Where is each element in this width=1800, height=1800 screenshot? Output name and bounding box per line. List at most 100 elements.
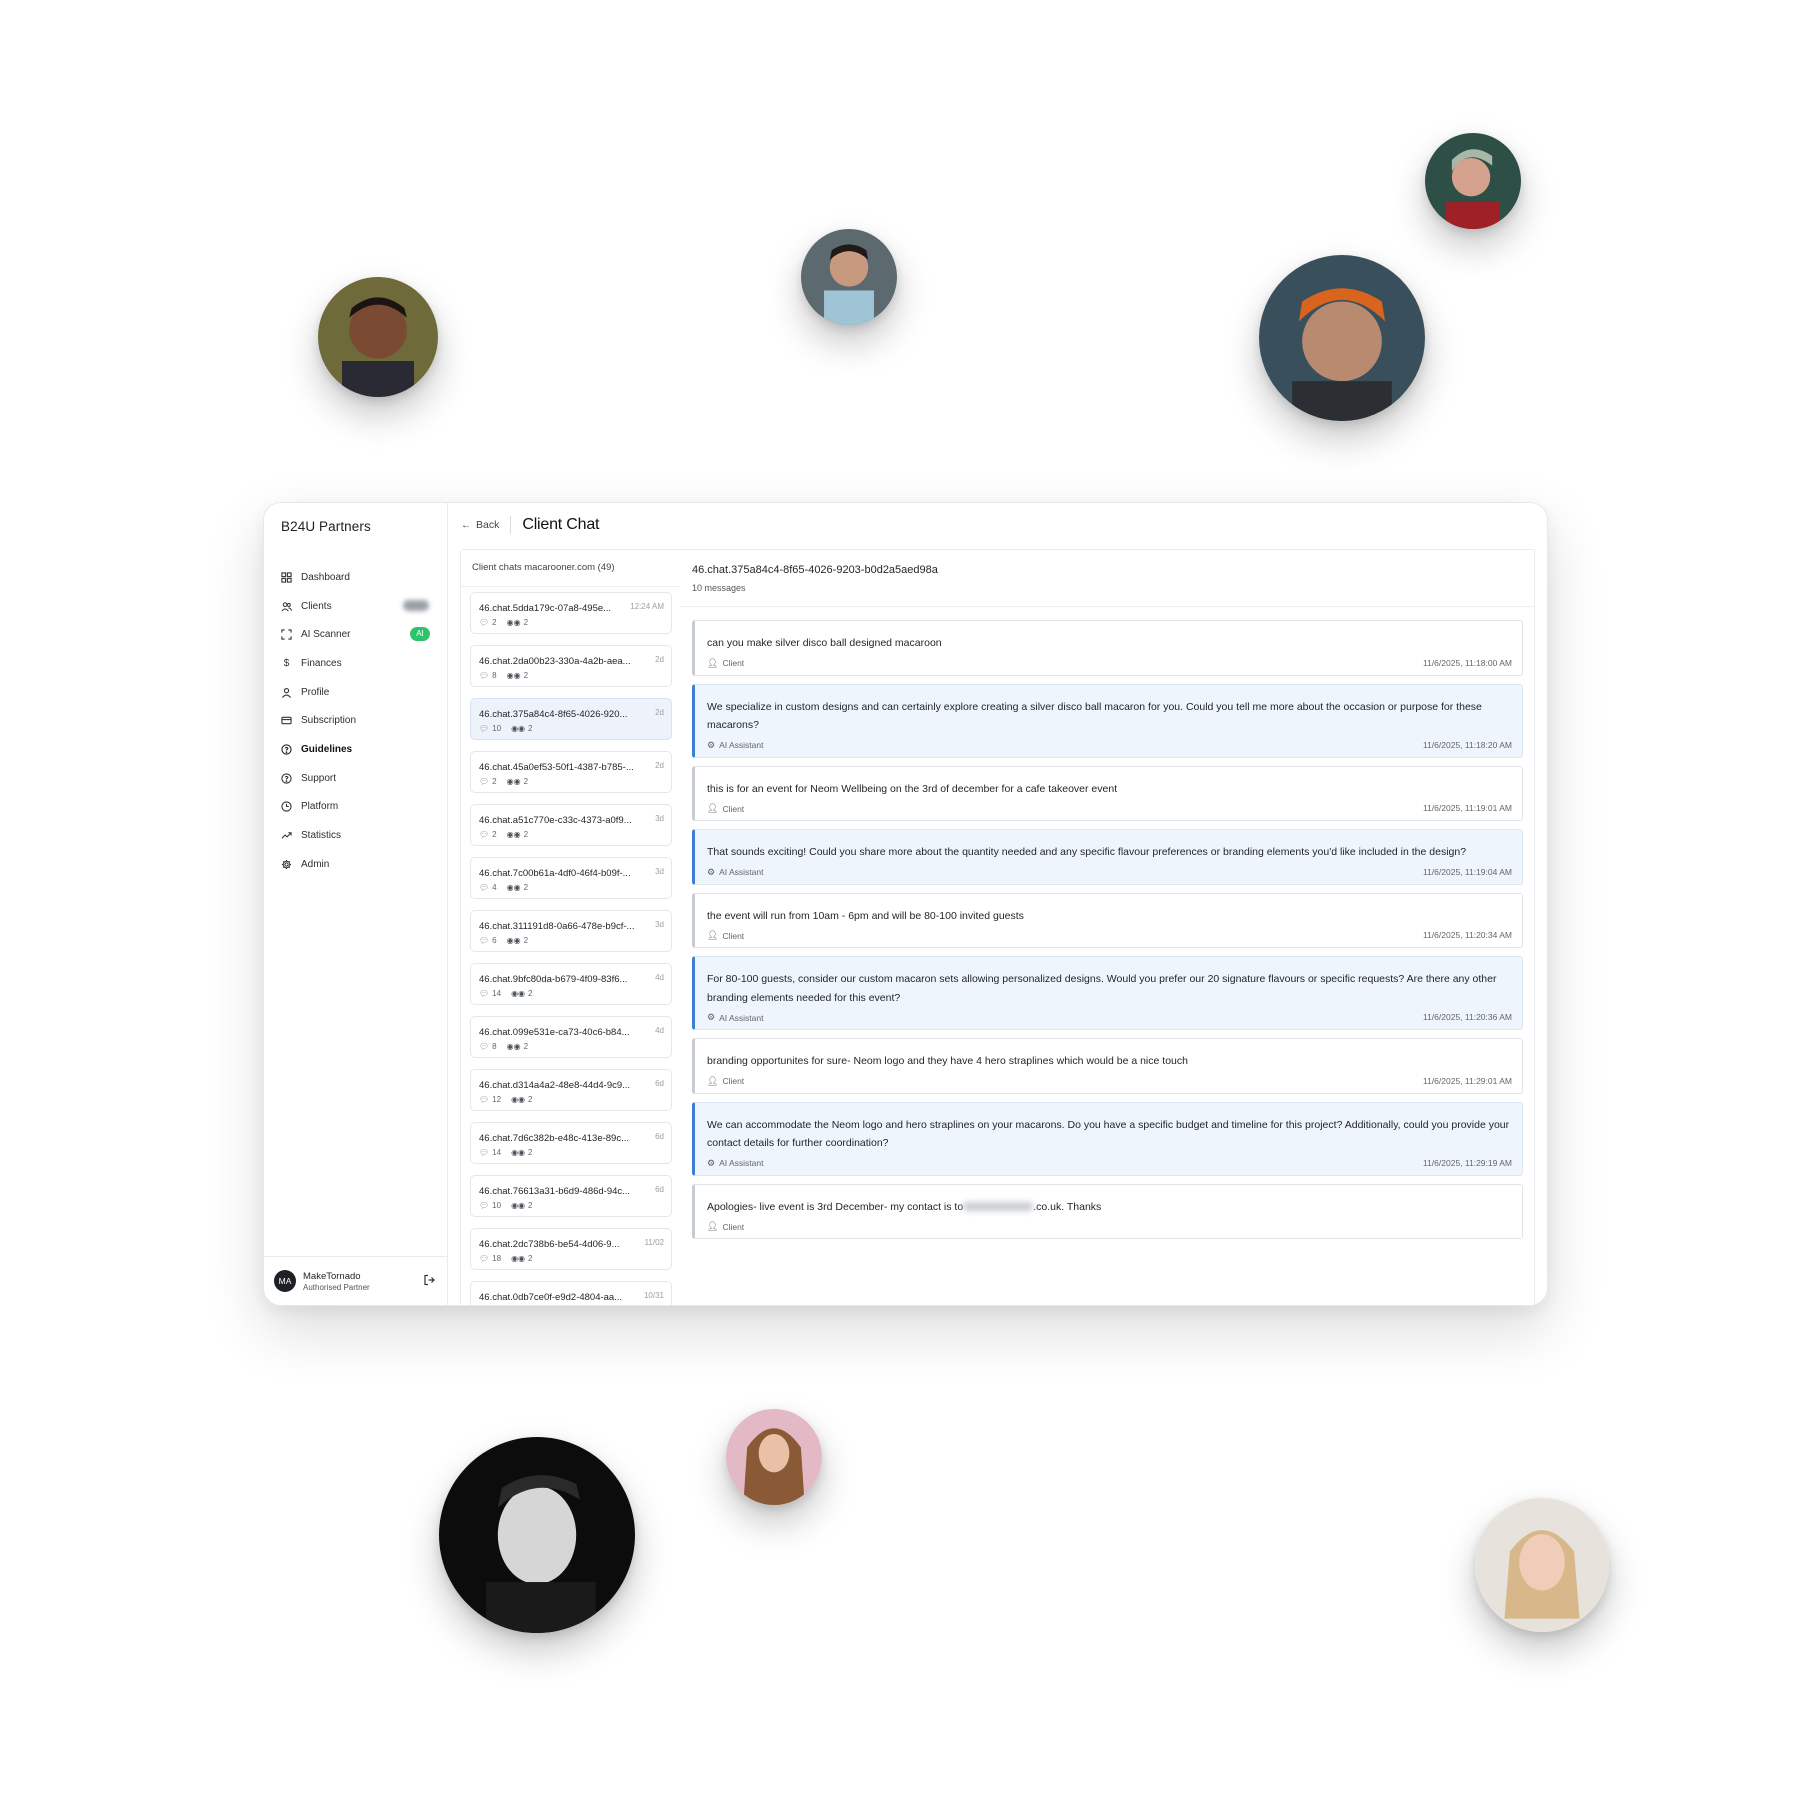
trend-icon <box>280 829 293 842</box>
sidebar-item-label: Profile <box>301 686 330 698</box>
person-icon: 👤︎ <box>707 1075 719 1086</box>
chat-list-item[interactable]: 46.chat.311191d8-0a66-478e-b9cf-... 3d 💬︎ 6… <box>470 910 672 952</box>
sidebar-item-subscription[interactable]: Subscription <box>264 706 447 735</box>
sidebar-item-ai-scanner[interactable]: AI Scanner AI <box>264 620 447 649</box>
message-footer: 👤︎ Client <box>695 1216 1522 1238</box>
message-role-label: AI Assistant <box>719 1158 764 1168</box>
message-role: 👤︎ Client <box>707 1221 744 1232</box>
participants-icon: ◉◉ <box>506 777 521 786</box>
floating-avatar-photo <box>439 1437 635 1633</box>
chat-list-item[interactable]: 46.chat.2dc738b6-be54-4d06-9... 11/02 💬︎ 18… <box>470 1228 672 1270</box>
sidebar-item-statistics[interactable]: Statistics <box>264 821 447 850</box>
floating-avatar-photo <box>801 229 897 325</box>
message-count: 2 <box>492 618 497 627</box>
users-icon <box>280 600 293 613</box>
chat-list-item[interactable]: 46.chat.099e531e-ca73-40c6-b84... 4d 💬︎ 8 ◉◉… <box>470 1016 672 1058</box>
message-text: the event will run from 10am - 6pm and w… <box>707 909 1024 922</box>
sidebar-item-guidelines[interactable]: Guidelines <box>264 735 447 764</box>
sidebar-item-label: Finances <box>301 657 342 669</box>
conversation-header: 46.chat.375a84c4-8f65-4026-9203-b0d2a5ae… <box>680 550 1534 607</box>
client-message: the event will run from 10am - 6pm and w… <box>692 892 1523 948</box>
message-icon: 💬︎ <box>479 883 490 892</box>
message-text: can you make silver disco ball designed … <box>707 637 942 649</box>
message-count: 8 <box>492 1042 497 1051</box>
sidebar-item-platform[interactable]: Platform <box>264 793 447 822</box>
message-time: 11/6/2025, 11:18:00 AM <box>1422 657 1512 668</box>
message-time: 11/6/2025, 11:29:01 AM <box>1422 1075 1512 1086</box>
header-divider <box>510 516 512 534</box>
chat-id: 46.chat.d314a4a2-48e8-44d4-9c9... <box>479 1080 631 1091</box>
message-footer: 👤︎ Client 11/6/2025, 11:29:01 AM <box>695 1071 1522 1093</box>
app-window: B24U Partners Dashboard Clients AI Scann… <box>263 502 1548 1306</box>
chat-meta: 💬︎ 8 ◉◉ 2 <box>479 671 528 680</box>
message-text: this is for an event for Neom Wellbeing … <box>707 782 1118 795</box>
chat-list-item[interactable]: 46.chat.7d6c382b-e48c-413e-89c... 6d 💬︎ 14 ◉… <box>470 1122 672 1164</box>
message-role: 👤︎ Client <box>707 803 744 814</box>
user-icon <box>280 686 293 699</box>
page-header: ← Back Client Chat <box>448 503 1547 547</box>
chat-list-item[interactable]: 46.chat.9bfc80da-b679-4f09-83f6... 4d 💬︎ 14… <box>470 963 672 1005</box>
chat-meta: 💬︎ 4 ◉◉ 2 <box>479 883 528 892</box>
participants-icon: ◉◉ <box>511 724 526 733</box>
message-text: That sounds exciting! Could you share mo… <box>707 846 1467 858</box>
chat-id: 46.chat.099e531e-ca73-40c6-b84... <box>479 1027 630 1038</box>
chat-list-item[interactable]: 46.chat.45a0ef53-50f1-4387-b785-... 2d 💬︎ 2… <box>470 751 672 793</box>
chat-list-item[interactable]: 46.chat.375a84c4-8f65-4026-920... 2d 💬︎ 10 ◉… <box>470 698 672 740</box>
person-icon: 👤︎ <box>707 657 719 668</box>
participant-count: 2 <box>523 1042 529 1051</box>
message-footer: ⚙︎ AI Assistant 11/6/2025, 11:29:19 AM <box>695 1153 1522 1175</box>
sidebar-item-support[interactable]: Support <box>264 764 447 793</box>
robot-icon: ⚙︎ <box>707 739 716 750</box>
client-message: can you make silver disco ball designed … <box>692 620 1523 676</box>
back-button[interactable]: ← Back <box>461 519 499 531</box>
message-footer: ⚙︎ AI Assistant 11/6/2025, 11:19:04 AM <box>695 862 1522 884</box>
chat-list-item[interactable]: 46.chat.a51c770e-c33c-4373-a0f9... 3d 💬︎ 2 ◉… <box>470 804 672 846</box>
sidebar: B24U Partners Dashboard Clients AI Scann… <box>264 503 448 1305</box>
floating-avatar-photo <box>1259 255 1425 421</box>
chat-list-item[interactable]: 46.chat.2da00b23-330a-4a2b-aea... 2d 💬︎ 8 ◉◉… <box>470 645 672 687</box>
chat-list-item[interactable]: 46.chat.76613a31-b6d9-486d-94c... 6d 💬︎ 10 ◉… <box>470 1175 672 1217</box>
message-icon: 💬︎ <box>479 724 490 733</box>
message-text-part: Apologies- live event is 3rd December- m… <box>707 1200 964 1213</box>
message-footer: ⚙︎ AI Assistant 11/6/2025, 11:20:36 AM <box>695 1007 1522 1029</box>
logout-icon[interactable] <box>423 1274 435 1286</box>
user-meta: MakeTornado Authorised Partner <box>303 1271 370 1292</box>
sidebar-item-dashboard[interactable]: Dashboard <box>264 563 447 592</box>
avatar[interactable]: MA <box>274 1270 296 1292</box>
participants-icon: ◉◉ <box>511 989 526 998</box>
sidebar-item-clients[interactable]: Clients <box>264 592 447 621</box>
chat-list-item[interactable]: 46.chat.7c00b61a-4df0-46f4-b09f-... 3d 💬︎ 4… <box>470 857 672 899</box>
message-footer: ⚙︎ AI Assistant 11/6/2025, 11:18:20 AM <box>695 735 1522 757</box>
message-count: 14 <box>492 989 502 998</box>
message-icon: 💬︎ <box>479 1148 490 1157</box>
ai-message: For 80-100 guests, consider our custom m… <box>692 956 1523 1030</box>
participant-count: 2 <box>523 618 529 627</box>
sidebar-item-label: Clients <box>301 600 332 612</box>
chat-time: 6d <box>655 1132 664 1141</box>
message-icon: 💬︎ <box>479 1201 490 1210</box>
message-count: 2 <box>492 830 497 839</box>
back-label: Back <box>476 519 500 531</box>
sidebar-item-label: AI Scanner <box>301 629 351 641</box>
chat-id: 46.chat.311191d8-0a66-478e-b9cf-... <box>479 921 635 932</box>
chat-list-item[interactable]: 46.chat.0db7ce0f-e9d2-4804-aa... 10/31 <box>470 1281 672 1305</box>
sidebar-item-admin[interactable]: Admin <box>264 850 447 879</box>
message-icon: 💬︎ <box>479 777 490 786</box>
chat-list-item[interactable]: 46.chat.5dda179c-07a8-495e... 12:24 AM 💬︎ 2… <box>470 592 672 634</box>
chat-id: 46.chat.2da00b23-330a-4a2b-aea... <box>479 656 631 667</box>
message-icon: 💬︎ <box>479 1095 490 1104</box>
sidebar-item-profile[interactable]: Profile <box>264 678 447 707</box>
help-circle-icon <box>280 743 293 756</box>
sidebar-item-finances[interactable]: $ Finances <box>264 649 447 678</box>
client-message: this is for an event for Neom Wellbeing … <box>692 765 1523 821</box>
participant-count: 2 <box>528 1095 533 1104</box>
chat-id: 46.chat.2dc738b6-be54-4d06-9... <box>479 1239 620 1250</box>
message-role: 👤︎ Client <box>707 1076 744 1087</box>
sidebar-nav: Dashboard Clients AI Scanner AI $ Financ… <box>264 563 447 879</box>
chat-time: 3d <box>655 814 664 823</box>
chat-id: 46.chat.76613a31-b6d9-486d-94c... <box>479 1186 631 1197</box>
message-footer: 👤︎ Client 11/6/2025, 11:18:00 AM <box>695 653 1522 675</box>
chat-list-item[interactable]: 46.chat.d314a4a2-48e8-44d4-9c9... 6d 💬︎ 12 ◉… <box>470 1069 672 1111</box>
user-name: MakeTornado <box>303 1270 361 1282</box>
message-role: 👤︎ Client <box>707 658 744 669</box>
